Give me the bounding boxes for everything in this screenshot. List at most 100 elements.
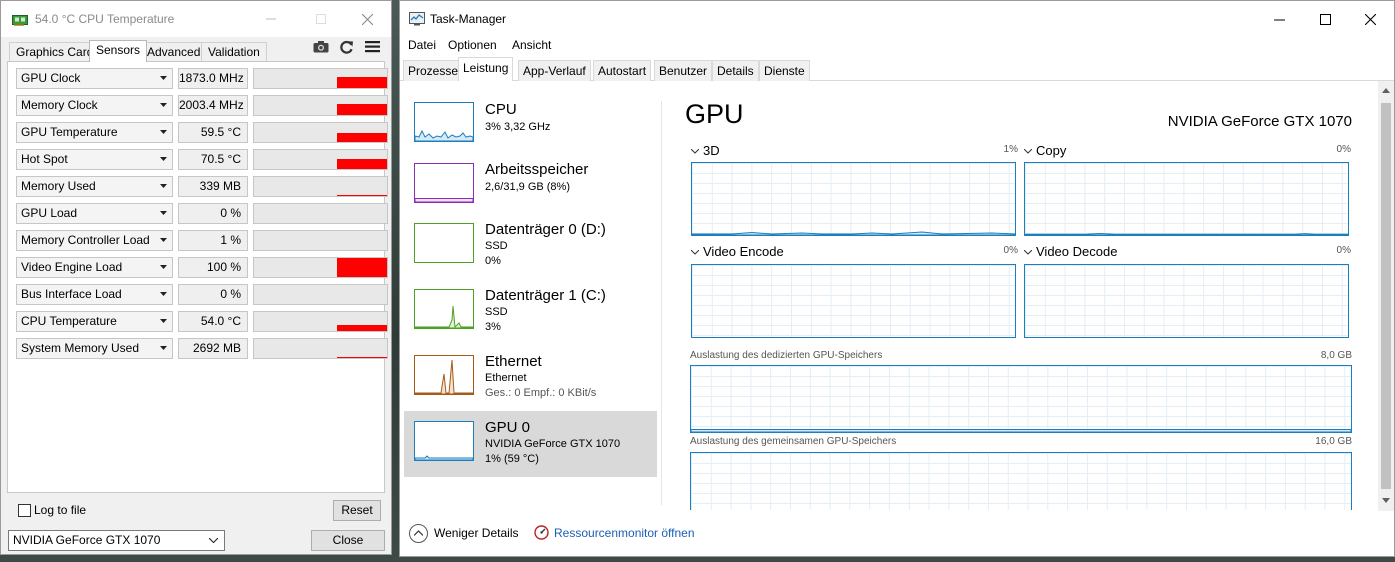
chevron-down-icon <box>1024 149 1032 154</box>
open-resource-monitor-link[interactable]: Ressourcenmonitor öffnen <box>554 526 695 540</box>
shared-memory-graph <box>690 452 1352 510</box>
sidebar-item-disk-0[interactable]: Datenträger 0 (D:) SSD 0% <box>404 215 657 281</box>
menu-ansicht[interactable]: Ansicht <box>512 38 551 52</box>
sidebar-item-ethernet[interactable]: Ethernet Ethernet Ges.: 0 Empf.: 0 KBit/… <box>404 347 657 413</box>
sensor-value: 1873.0 MHz <box>178 68 248 89</box>
tab-prozesse[interactable]: Prozesse <box>403 60 464 81</box>
sensor-name-dropdown[interactable]: CPU Temperature <box>16 311 173 332</box>
dropdown-arrow-icon <box>160 238 167 242</box>
minimize-icon <box>266 18 276 20</box>
tab-leistung[interactable]: Leistung <box>458 57 514 81</box>
refresh-icon <box>340 40 353 54</box>
menu-button[interactable] <box>362 38 384 56</box>
sensor-name-label: GPU Load <box>21 206 78 220</box>
dropdown-arrow-icon <box>160 292 167 296</box>
scroll-down-arrow-icon[interactable] <box>1382 498 1390 503</box>
sensor-name-dropdown[interactable]: Memory Controller Load <box>16 230 173 251</box>
tm-maximize-button[interactable] <box>1310 7 1340 33</box>
sensor-graph-fill <box>337 159 387 169</box>
gpuz-close-button[interactable] <box>355 7 379 31</box>
tab-details[interactable]: Details <box>712 60 759 81</box>
tab-validation[interactable]: Validation <box>201 42 267 61</box>
sidebar-disk0-usage: 0% <box>485 255 501 267</box>
cpu-thumbnail-graph <box>414 102 474 142</box>
engine-copy-graph <box>1024 162 1349 236</box>
shared-memory-label: Auslastung des gemeinsamen GPU-Speichers <box>690 436 897 447</box>
scrollbar-thumb[interactable] <box>1381 103 1391 489</box>
sensor-name-dropdown[interactable]: System Memory Used <box>16 338 173 359</box>
sensor-name-dropdown[interactable]: GPU Clock <box>16 68 173 89</box>
close-button[interactable]: Close <box>311 530 385 551</box>
sensor-graph <box>253 257 388 278</box>
tab-app-verlauf[interactable]: App-Verlauf <box>518 60 591 81</box>
screenshot-button[interactable] <box>310 38 332 56</box>
sidebar-divider <box>661 101 662 505</box>
sidebar-gpu-title: GPU 0 <box>485 419 531 436</box>
tab-autostart[interactable]: Autostart <box>593 60 652 81</box>
menu-datei[interactable]: Datei <box>408 38 436 52</box>
memory-thumbnail-graph <box>414 163 474 203</box>
sensor-graph <box>253 68 388 89</box>
hamburger-menu-icon <box>365 41 380 53</box>
engine-video-decode-label: Video Decode <box>1036 244 1118 259</box>
sidebar-disk0-title: Datenträger 0 (D:) <box>485 221 606 238</box>
sidebar-memory-title: Arbeitsspeicher <box>485 161 589 178</box>
scroll-up-arrow-icon[interactable] <box>1382 88 1390 93</box>
sidebar-ethernet-name: Ethernet <box>485 372 527 384</box>
sensor-name-dropdown[interactable]: Memory Used <box>16 176 173 197</box>
fewer-details-toggle[interactable] <box>409 524 428 543</box>
dedicated-memory-label: Auslastung des dedizierten GPU-Speichers <box>690 350 883 361</box>
engine-video-encode-selector[interactable]: Video Encode <box>691 244 784 259</box>
tab-benutzer[interactable]: Benutzer <box>654 60 713 81</box>
dropdown-arrow-icon <box>160 103 167 107</box>
tm-minimize-button[interactable] <box>1264 7 1294 33</box>
log-to-file-checkbox[interactable] <box>18 504 31 517</box>
tab-graphics-card[interactable]: Graphics Card <box>9 42 101 61</box>
dedicated-memory-graph-line <box>691 429 1351 432</box>
gpuz-minimize-button[interactable] <box>259 7 283 31</box>
engine-copy-selector[interactable]: Copy <box>1024 143 1066 158</box>
refresh-button[interactable] <box>336 38 358 56</box>
sensor-value: 2003.4 MHz <box>178 95 248 116</box>
sensor-name-dropdown[interactable]: GPU Load <box>16 203 173 224</box>
engine-3d-selector[interactable]: 3D <box>691 143 720 158</box>
dropdown-arrow-icon <box>160 346 167 350</box>
engine-video-decode-graph <box>1024 264 1349 338</box>
sensor-name-label: GPU Temperature <box>21 125 118 139</box>
engine-video-decode-selector[interactable]: Video Decode <box>1024 244 1117 259</box>
cpu-thumbnail-line <box>415 129 473 141</box>
tm-titlebar: Task-Manager <box>400 1 1394 37</box>
sidebar-memory-usage: 2,6/31,9 GB (8%) <box>485 181 570 193</box>
reset-button[interactable]: Reset <box>333 500 381 521</box>
sensor-name-dropdown[interactable]: Video Engine Load <box>16 257 173 278</box>
engine-video-encode-label: Video Encode <box>703 244 784 259</box>
tm-window-title: Task-Manager <box>430 12 507 26</box>
sidebar-item-gpu-0[interactable]: GPU 0 NVIDIA GeForce GTX 1070 1% (59 °C) <box>404 411 657 477</box>
sensor-graph <box>253 95 388 116</box>
chevron-down-icon <box>1024 250 1032 255</box>
sensor-graph-fill <box>337 133 387 142</box>
sensor-graph <box>253 176 388 197</box>
tab-sensors[interactable]: Sensors <box>89 40 148 62</box>
sidebar-item-cpu[interactable]: CPU 3% 3,32 GHz <box>404 96 657 162</box>
tab-advanced[interactable]: Advanced <box>140 42 208 61</box>
chevron-down-icon <box>691 149 699 154</box>
detail-scrollbar[interactable] <box>1378 81 1394 511</box>
sensor-graph-fill <box>337 104 387 115</box>
menu-optionen[interactable]: Optionen <box>448 38 497 52</box>
engine-copy-graph-line <box>1025 232 1348 235</box>
fewer-details-link[interactable]: Weniger Details <box>434 526 518 540</box>
tm-close-button[interactable] <box>1355 7 1385 33</box>
tab-dienste[interactable]: Dienste <box>759 60 810 81</box>
sidebar-item-disk-1[interactable]: Datenträger 1 (C:) SSD 3% <box>404 281 657 347</box>
task-manager-icon <box>409 12 425 26</box>
gpuz-maximize-button[interactable] <box>309 7 333 31</box>
sensor-graph-fill <box>337 357 387 358</box>
sensor-name-dropdown[interactable]: Hot Spot <box>16 149 173 170</box>
sensor-name-dropdown[interactable]: Memory Clock <box>16 95 173 116</box>
maximize-icon <box>1320 14 1331 25</box>
sensor-name-dropdown[interactable]: Bus Interface Load <box>16 284 173 305</box>
gpu-select-dropdown[interactable]: NVIDIA GeForce GTX 1070 <box>8 530 225 551</box>
sidebar-item-memory[interactable]: Arbeitsspeicher 2,6/31,9 GB (8%) <box>404 155 657 221</box>
sensor-name-dropdown[interactable]: GPU Temperature <box>16 122 173 143</box>
